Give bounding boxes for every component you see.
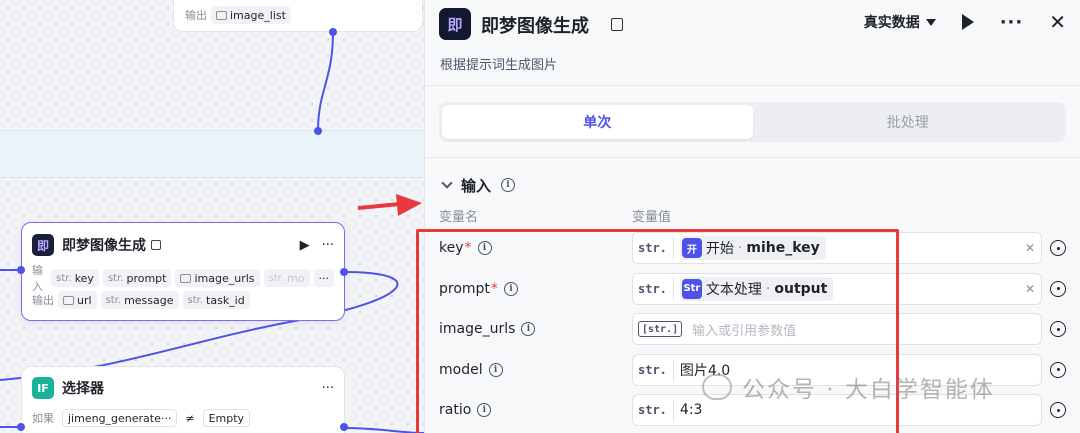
output-label: 输出 <box>32 294 54 307</box>
node-title: 选择器 <box>62 381 104 397</box>
reference-target-icon[interactable] <box>1050 280 1066 297</box>
if-icon: IF <box>32 377 54 399</box>
clear-icon[interactable]: ✕ <box>1025 282 1035 296</box>
tab-single[interactable]: 单次 <box>442 105 753 139</box>
output-chip: str. message <box>100 291 179 309</box>
col-name-header: 变量名 <box>439 210 479 225</box>
output-var-chip: image_list <box>211 6 291 24</box>
output-label: 输出 <box>185 9 207 22</box>
doc-icon[interactable] <box>151 240 161 250</box>
port-out[interactable] <box>340 268 348 276</box>
port-in[interactable] <box>17 266 25 274</box>
clear-icon[interactable]: ✕ <box>1025 241 1035 255</box>
reference-target-icon[interactable] <box>1050 321 1066 338</box>
tab-batch[interactable]: 批处理 <box>753 105 1064 139</box>
jimeng-node[interactable]: 即 即梦图像生成 ▶ ··· 输入 str. key str. prompt ima… <box>21 222 345 321</box>
input-chip: str. key <box>51 269 99 287</box>
panel-description: 根据提示词生成图片 <box>440 58 558 73</box>
panel-header: 即 即梦图像生成 根据提示词生成图片 真实数据 ··· ✕ <box>425 0 1080 86</box>
column-headers: 变量名 变量值 <box>439 206 1066 228</box>
port-in[interactable] <box>314 127 322 135</box>
node-outputs: 输出 url str. message str. task_id <box>32 289 334 311</box>
wechat-icon <box>702 374 732 400</box>
doc-icon[interactable] <box>611 18 623 31</box>
output-chip: str. task_id <box>182 291 250 309</box>
node-title: 即梦图像生成 <box>62 238 146 254</box>
run-mode-tabs: 单次 批处理 <box>439 102 1066 142</box>
run-icon[interactable] <box>961 14 974 30</box>
input-section-header[interactable]: 输入 i <box>439 164 1066 206</box>
info-icon[interactable]: i <box>501 178 516 192</box>
caret-down-icon <box>925 18 936 26</box>
node-inputs: 输入 str. key str. prompt image_urls str. mo … <box>32 264 334 293</box>
condition-left: jimeng_generate··· <box>62 409 178 427</box>
reference-target-icon[interactable] <box>1050 361 1066 378</box>
panel-title: 即梦图像生成 <box>481 16 589 37</box>
chevron-down-icon[interactable] <box>441 177 453 189</box>
watermark: 公众号 · 大白学智能体 <box>702 370 995 404</box>
section-title: 输入 <box>461 176 492 195</box>
input-chip: str. prompt <box>102 269 172 287</box>
jimeng-logo-icon: 即 <box>439 8 471 40</box>
condition-right: Empty <box>202 409 251 427</box>
port-out[interactable] <box>329 28 337 36</box>
selector-node[interactable]: IF 选择器 ··· 如果 jimeng_generate··· ≠ Empty <box>21 366 345 433</box>
condition-label: 如果 <box>32 412 54 425</box>
image-icon <box>63 295 74 305</box>
more-inputs-chip[interactable]: ··· <box>313 269 334 287</box>
close-icon[interactable]: ✕ <box>1049 10 1066 34</box>
reference-target-icon[interactable] <box>1050 402 1066 419</box>
array-icon <box>180 273 192 283</box>
run-node-icon[interactable]: ▶ <box>300 238 310 253</box>
output-chip: url <box>58 291 97 309</box>
more-icon[interactable]: ··· <box>1000 12 1024 33</box>
input-label: 输入 <box>32 264 43 293</box>
port-in[interactable] <box>17 423 25 431</box>
input-chip: image_urls <box>175 269 260 287</box>
more-icon[interactable]: ··· <box>322 381 334 396</box>
port-out[interactable] <box>340 423 348 431</box>
more-icon[interactable]: ··· <box>322 238 334 253</box>
jimeng-logo-icon: 即 <box>32 234 54 256</box>
condition-operator: ≠ <box>185 411 195 425</box>
col-value-header: 变量值 <box>632 210 672 225</box>
reference-target-icon[interactable] <box>1050 240 1066 257</box>
annotation-arrow <box>357 194 422 216</box>
input-chip: str. mo <box>263 269 310 287</box>
list-icon <box>216 10 227 20</box>
image-list-node[interactable]: 输出 image_list <box>173 0 423 32</box>
data-mode-dropdown[interactable]: 真实数据 <box>864 12 936 32</box>
